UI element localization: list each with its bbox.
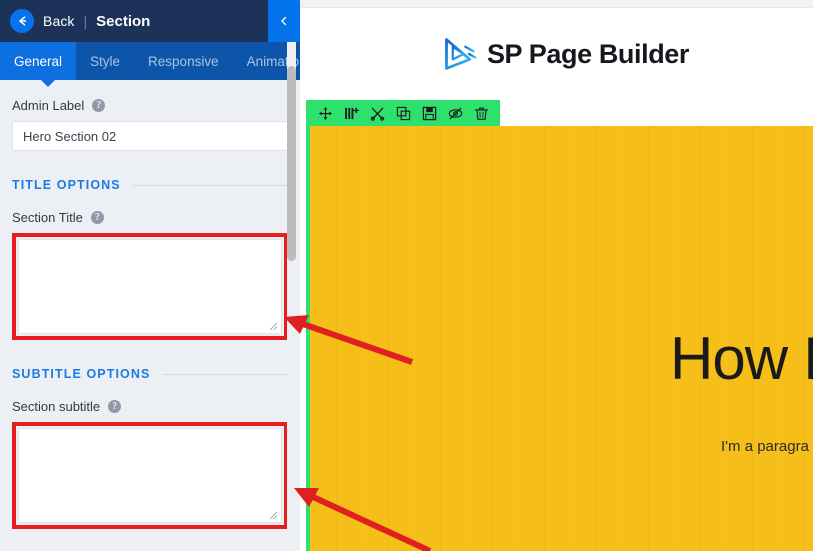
- subtitle-options-heading-text: SUBTITLE OPTIONS: [12, 367, 151, 381]
- page-builder-screen: Back | Section General Style Responsive: [0, 0, 813, 551]
- admin-label-text: Admin Label: [12, 98, 85, 113]
- section-title-label: Section Title ?: [12, 210, 288, 225]
- trash-icon[interactable]: [468, 100, 494, 126]
- tab-responsive[interactable]: Responsive: [134, 42, 233, 80]
- duplicate-icon[interactable]: [390, 100, 416, 126]
- subtitle-options-heading: SUBTITLE OPTIONS: [12, 367, 288, 381]
- back-button[interactable]: [10, 9, 34, 33]
- back-label[interactable]: Back: [43, 13, 75, 29]
- section-subtitle-highlight-box: [12, 422, 288, 529]
- settings-body: Admin Label ? TITLE OPTIONS Section Titl…: [0, 98, 300, 551]
- question-mark-icon[interactable]: ?: [90, 211, 104, 224]
- header-separator: |: [83, 13, 88, 29]
- arrow-left-icon: [15, 14, 29, 28]
- section-subtitle-textarea[interactable]: [18, 428, 282, 523]
- section-title-label-text: Section Title: [12, 210, 83, 225]
- logo-text: SP Page Builder: [486, 38, 690, 69]
- settings-tools-icon[interactable]: [364, 100, 390, 126]
- canvas-top-strip: [300, 0, 813, 8]
- admin-label-label: Admin Label ?: [12, 98, 288, 113]
- settings-sidebar: Back | Section General Style Responsive: [0, 0, 300, 551]
- tab-style[interactable]: Style: [76, 42, 134, 80]
- title-options-heading-text: TITLE OPTIONS: [12, 178, 121, 192]
- builder-canvas: SP Page Builder How I I'm a paragra: [300, 0, 813, 551]
- move-icon[interactable]: [312, 100, 338, 126]
- add-column-icon[interactable]: [338, 100, 364, 126]
- tab-responsive-label: Responsive: [148, 53, 219, 69]
- settings-tabs: General Style Responsive Animation: [0, 42, 300, 87]
- hero-section-canvas[interactable]: How I I'm a paragra: [306, 126, 813, 551]
- sp-page-builder-logo: SP Page Builder: [442, 36, 689, 72]
- section-title-highlight-box: [12, 233, 288, 340]
- tab-style-label: Style: [90, 53, 121, 69]
- sidebar-header: Back | Section: [0, 0, 300, 42]
- question-mark-icon[interactable]: ?: [92, 99, 106, 112]
- question-mark-icon[interactable]: ?: [108, 400, 122, 413]
- page-title: Section: [96, 12, 151, 30]
- title-options-heading: TITLE OPTIONS: [12, 178, 288, 192]
- heading-divider: [162, 373, 288, 375]
- section-toolbar: [306, 100, 500, 126]
- section-title-textarea[interactable]: [18, 239, 282, 334]
- tab-general-label: General: [14, 53, 63, 69]
- tab-general[interactable]: General: [0, 42, 77, 80]
- save-icon[interactable]: [416, 100, 442, 126]
- hide-eye-slash-icon[interactable]: [442, 100, 468, 126]
- section-subtitle-textarea-wrapper: [18, 428, 282, 523]
- admin-label-input[interactable]: [12, 121, 288, 151]
- hero-paragraph-text[interactable]: I'm a paragra: [721, 438, 809, 455]
- heading-divider: [132, 184, 288, 186]
- active-tab-caret-icon: [40, 79, 56, 87]
- chevron-left-icon: [278, 15, 290, 27]
- hero-title-text[interactable]: How I: [670, 324, 813, 393]
- sidebar-scrollbar-thumb[interactable]: [287, 66, 296, 261]
- canvas-scrollbar-track[interactable]: [804, 9, 813, 551]
- section-subtitle-label-text: Section subtitle: [12, 399, 101, 414]
- section-subtitle-label: Section subtitle ?: [12, 399, 288, 414]
- play-triangle-logo-icon: [445, 38, 477, 70]
- logo-header: SP Page Builder: [300, 8, 813, 100]
- collapse-sidebar-button[interactable]: [268, 0, 300, 42]
- section-title-textarea-wrapper: [18, 239, 282, 334]
